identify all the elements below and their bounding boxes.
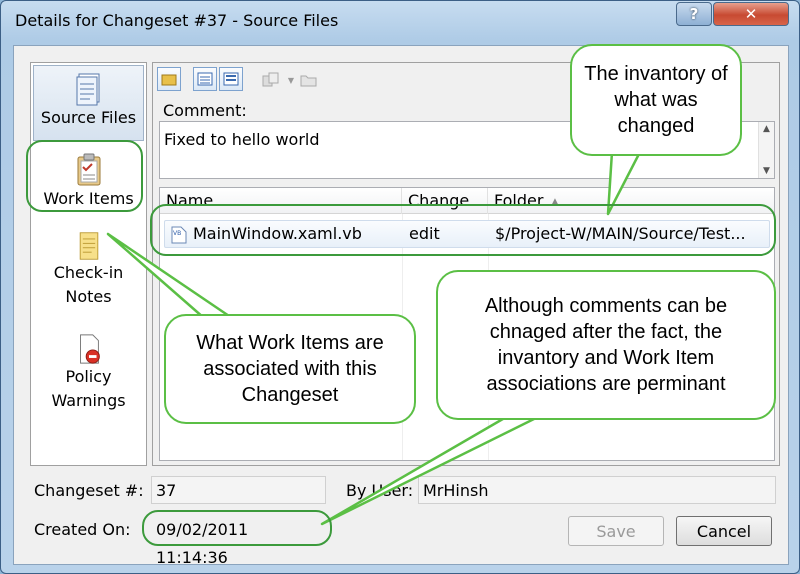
column-header-label: Change xyxy=(408,191,470,210)
policy-warnings-icon xyxy=(79,334,100,364)
user-field[interactable]: MrHinsh xyxy=(418,476,776,504)
changeset-field[interactable]: 37 xyxy=(151,476,326,504)
row-change: edit xyxy=(409,224,440,243)
toolbar-details-view-button[interactable] xyxy=(193,67,217,91)
nav-item-label: Source Files xyxy=(40,108,137,127)
toolbar-list-view-button[interactable] xyxy=(219,67,243,91)
column-header-label: Name xyxy=(166,191,214,210)
dialog-window: Details for Changeset #37 - Source Files… xyxy=(0,0,800,574)
created-on-field[interactable]: 09/02/2011 11:14:36 xyxy=(151,515,326,567)
comment-scrollbar[interactable]: ▲ ▼ xyxy=(758,122,774,178)
nav-item-label: Work Items xyxy=(43,189,134,208)
row-folder: $/Project-W/MAIN/Source/Test... xyxy=(495,224,746,243)
list-view-icon xyxy=(223,72,239,86)
nav-item-check-in-notes[interactable]: Check-in Notes xyxy=(33,225,144,309)
changeset-value: 37 xyxy=(156,481,177,500)
close-button[interactable]: ✕ xyxy=(713,2,789,26)
column-header-label: Folder xyxy=(494,191,544,210)
open-folder-icon xyxy=(300,75,317,87)
dialog-client-area: Source Files Work Items Check-in Notes P… xyxy=(13,45,789,567)
chevron-down-icon[interactable]: ▼ xyxy=(281,70,301,90)
vb-file-icon: VB xyxy=(171,226,187,244)
table-row[interactable]: VB MainWindow.xaml.vb edit $/Project-W/M… xyxy=(164,220,770,248)
nav-item-label: Check-in Notes xyxy=(53,263,124,306)
nav-item-work-items[interactable]: Work Items xyxy=(33,147,144,219)
changeset-label: Changeset #: xyxy=(34,481,144,500)
title-bar[interactable]: Details for Changeset #37 - Source Files… xyxy=(1,1,799,39)
toolbar-open-folder-button[interactable] xyxy=(299,70,319,90)
file-list-header: Name Change Folder ▲ xyxy=(160,188,774,214)
toolbar-compare-button[interactable] xyxy=(261,70,281,90)
user-value: MrHinsh xyxy=(423,481,489,500)
column-divider xyxy=(488,214,489,460)
check-in-notes-icon xyxy=(79,232,98,260)
column-header-change[interactable]: Change xyxy=(402,188,488,214)
comment-label: Comment: xyxy=(163,101,247,120)
sort-ascending-icon: ▲ xyxy=(551,197,559,207)
toolbar: ▼ xyxy=(157,67,757,93)
close-icon: ✕ xyxy=(744,5,758,23)
source-files-panel: ▼ Comment: Fixed to hello world ▲ ▼ Name… xyxy=(152,62,780,466)
source-files-icon xyxy=(76,73,99,106)
nav-item-policy-warnings[interactable]: Policy Warnings xyxy=(33,327,144,413)
help-button[interactable]: ? xyxy=(676,2,712,26)
created-on-label: Created On: xyxy=(34,520,131,539)
row-name: MainWindow.xaml.vb xyxy=(193,224,362,243)
details-view-icon xyxy=(197,72,213,86)
work-items-icon xyxy=(77,153,100,186)
scroll-down-icon[interactable]: ▼ xyxy=(763,166,770,176)
scroll-up-icon[interactable]: ▲ xyxy=(763,124,770,134)
user-label: By User: xyxy=(346,481,414,500)
question-icon: ? xyxy=(689,5,699,23)
column-divider xyxy=(402,214,403,460)
created-on-value: 09/02/2011 11:14:36 xyxy=(156,520,249,567)
compare-icon xyxy=(262,72,279,87)
window-title: Details for Changeset #37 - Source Files xyxy=(15,11,339,30)
column-header-name[interactable]: Name xyxy=(160,188,402,214)
folder-view-icon xyxy=(161,74,177,86)
toolbar-folder-view-button[interactable] xyxy=(157,67,181,91)
nav-item-source-files[interactable]: Source Files xyxy=(33,65,144,141)
cancel-button[interactable]: Cancel xyxy=(676,516,772,546)
file-list: Name Change Folder ▲ VB MainWindow.xaml.… xyxy=(159,187,775,461)
svg-text:VB: VB xyxy=(173,230,181,237)
column-header-folder[interactable]: Folder ▲ xyxy=(488,188,774,214)
channel-nav: Source Files Work Items Check-in Notes P… xyxy=(30,62,147,466)
nav-item-label: Policy Warnings xyxy=(51,367,126,410)
comment-textbox[interactable]: Fixed to hello world ▲ ▼ xyxy=(159,121,775,179)
comment-text: Fixed to hello world xyxy=(164,130,320,149)
save-button[interactable]: Save xyxy=(568,516,664,546)
